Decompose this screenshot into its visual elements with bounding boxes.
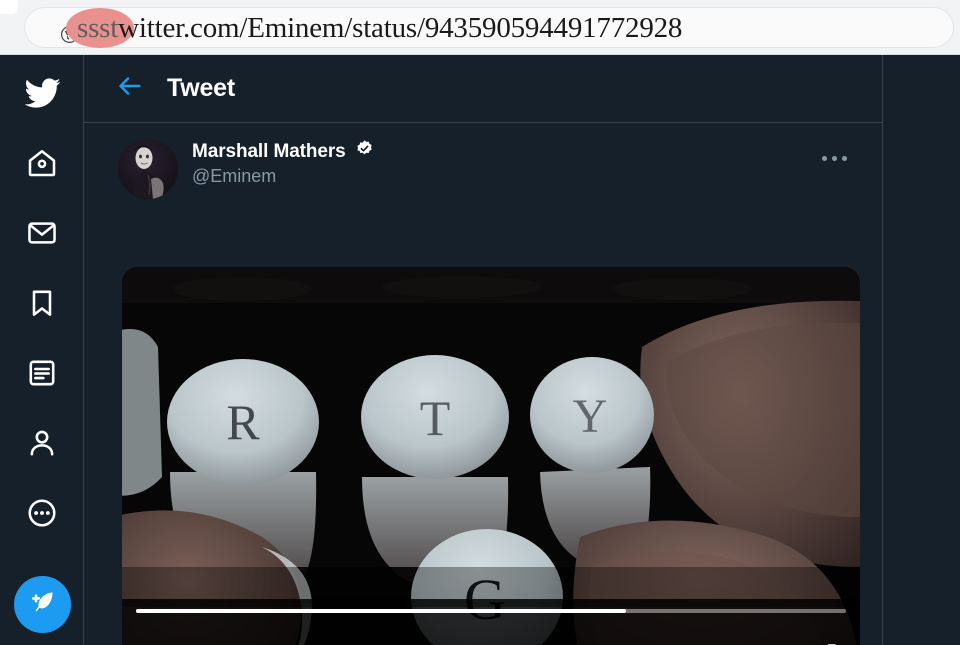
feather-plus-icon (28, 587, 58, 622)
avatar-image (118, 139, 178, 199)
tab-strip-stub (0, 0, 18, 14)
sidebar-item-lists[interactable] (14, 345, 70, 401)
person-icon (26, 427, 58, 459)
dot (841, 155, 847, 161)
back-button[interactable] (110, 69, 150, 109)
sidebar-item-messages[interactable] (14, 205, 70, 261)
dot (831, 155, 837, 161)
sidebar-item-more[interactable] (14, 485, 70, 541)
lists-icon (26, 357, 58, 389)
handle: @Eminem (192, 166, 277, 186)
dot (821, 155, 827, 161)
tweet-more-button[interactable] (812, 143, 856, 173)
browser-window: ssstwitter.com/Eminem/status/94359059449… (0, 0, 960, 645)
video-frame-image: R T Y (122, 267, 860, 645)
verified-badge-icon (355, 139, 374, 163)
sidebar-item-profile[interactable] (14, 415, 70, 471)
arrow-left-icon (116, 72, 144, 105)
twitter-bird-icon (23, 74, 61, 112)
address-bar-text[interactable]: ssstwitter.com/Eminem/status/94359059449… (77, 9, 682, 47)
browser-toolbar: ssstwitter.com/Eminem/status/94359059449… (0, 0, 960, 55)
page-title: Tweet (167, 74, 235, 102)
author-names: Marshall Mathers @Eminem (192, 140, 374, 187)
speaker-icon (766, 641, 793, 645)
sidebar-item-twitter-logo[interactable] (14, 65, 70, 121)
avatar[interactable] (118, 139, 178, 199)
envelope-icon (26, 217, 58, 249)
sidebar-item-bookmarks[interactable] (14, 275, 70, 331)
twitter-app: Tweet Marshall Mathers @Eminem R T Y (0, 55, 960, 645)
more-circle-icon (26, 497, 58, 529)
video-controls: 786.4K views 0:22 / 0:32 (122, 599, 860, 645)
video-progress-bar[interactable] (136, 609, 846, 613)
svg-text:Y: Y (573, 390, 608, 443)
video-player[interactable]: R T Y (122, 267, 860, 645)
display-name: Marshall Mathers (192, 141, 346, 162)
video-progress-fill (136, 609, 626, 613)
sidebar (0, 55, 84, 645)
home-icon (26, 147, 58, 179)
play-icon (146, 642, 172, 645)
expand-icon (812, 642, 838, 645)
sidebar-item-home[interactable] (14, 135, 70, 191)
page-header: Tweet (84, 55, 882, 123)
url-prefix: ssst (77, 12, 119, 44)
bookmark-icon (26, 287, 58, 319)
url-rest: witter.com/Eminem/status/943590594491772… (118, 12, 683, 44)
compose-tweet-button[interactable] (14, 576, 71, 633)
tweet-detail: Marshall Mathers @Eminem (84, 123, 882, 205)
svg-text:R: R (226, 394, 260, 450)
svg-text:T: T (420, 390, 451, 446)
video-controls-row: 786.4K views 0:22 / 0:32 (122, 635, 860, 645)
tweet-author-row: Marshall Mathers @Eminem (84, 123, 882, 205)
